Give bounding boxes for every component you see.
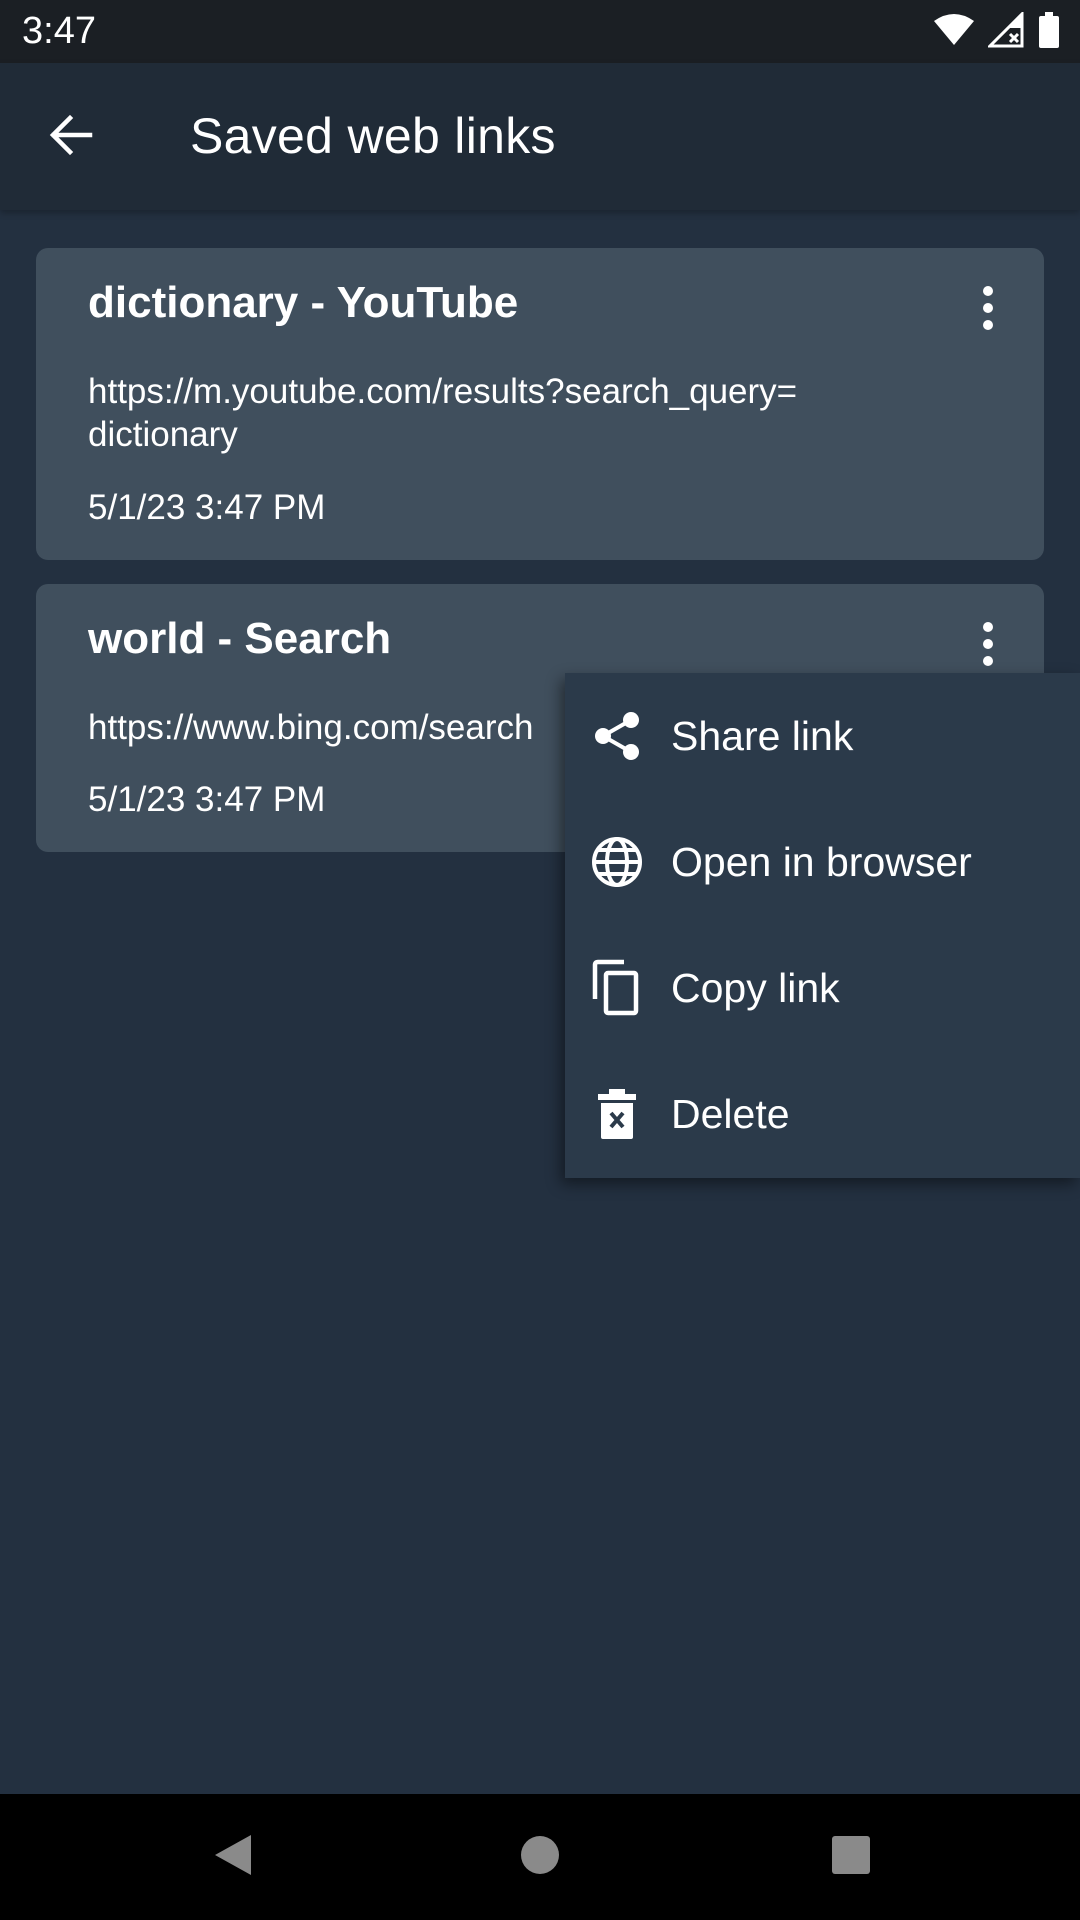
signal-icon: [986, 9, 1024, 53]
app-bar: Saved web links: [0, 63, 1080, 210]
globe-icon: [589, 834, 645, 890]
arrow-back-icon: [46, 111, 94, 164]
share-icon: [589, 708, 645, 764]
link-url-line: https://m.youtube.com/results?search_que…: [88, 372, 798, 411]
more-options-button[interactable]: [968, 614, 1008, 674]
nav-home-button[interactable]: [507, 1824, 573, 1890]
menu-item-open-in-browser[interactable]: Open in browser: [565, 799, 1080, 925]
menu-item-label: Delete: [671, 1090, 790, 1137]
menu-item-delete[interactable]: Delete: [565, 1051, 1080, 1177]
nav-back-button[interactable]: [200, 1824, 266, 1890]
link-card[interactable]: dictionary - YouTube https://m.youtube.c…: [36, 248, 1044, 560]
menu-item-label: Copy link: [671, 964, 840, 1011]
link-url-line: dictionary: [88, 415, 238, 454]
home-circle-icon: [518, 1833, 562, 1882]
link-date: 5/1/23 3:47 PM: [88, 780, 326, 819]
menu-item-copy-link[interactable]: Copy link: [565, 925, 1080, 1051]
recents-square-icon: [829, 1833, 873, 1882]
wifi-icon: [934, 13, 974, 51]
back-button[interactable]: [40, 107, 100, 167]
link-title: dictionary - YouTube: [88, 278, 519, 327]
status-bar: 3:47: [0, 0, 1080, 63]
menu-item-label: Share link: [671, 712, 854, 759]
more-options-button[interactable]: [968, 278, 1008, 338]
delete-icon: [589, 1086, 645, 1142]
copy-icon: [589, 959, 645, 1016]
menu-item-label: Open in browser: [671, 838, 972, 885]
status-icons: [934, 9, 1060, 53]
menu-item-share-link[interactable]: Share link: [565, 673, 1080, 799]
nav-recents-button[interactable]: [818, 1824, 884, 1890]
link-date: 5/1/23 3:47 PM: [88, 488, 326, 527]
battery-icon: [1038, 11, 1060, 53]
overflow-menu: Share link Open in browser Copy link Del…: [565, 673, 1080, 1178]
status-time: 3:47: [22, 10, 96, 52]
system-nav-bar: [0, 1794, 1080, 1920]
page-title: Saved web links: [190, 108, 556, 164]
back-triangle-icon: [211, 1831, 255, 1884]
link-url: https://m.youtube.com/results?search_que…: [88, 370, 888, 456]
link-title: world - Search: [88, 614, 392, 663]
